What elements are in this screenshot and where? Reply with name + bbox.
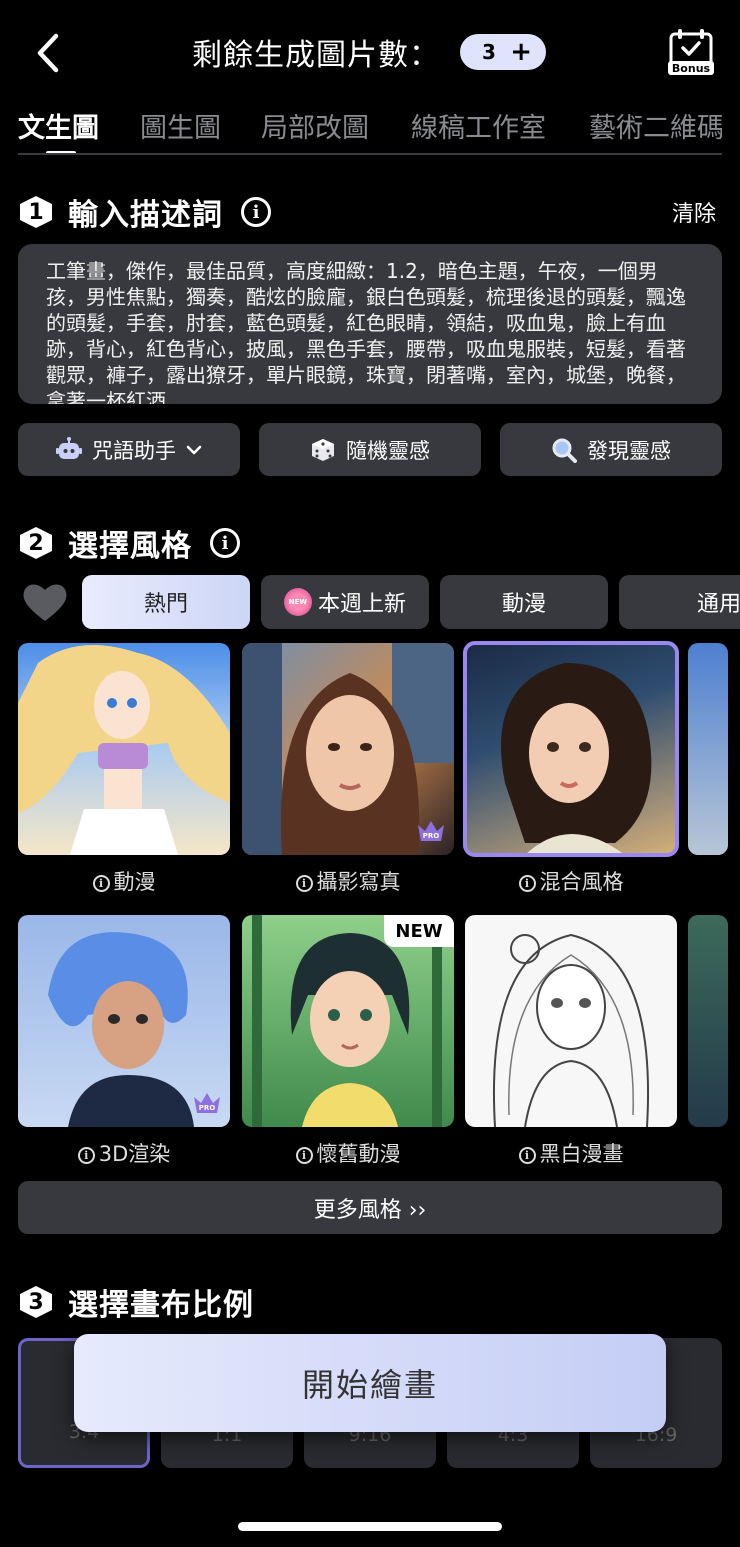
pro-crown-badge: PRO [194, 1093, 220, 1113]
chip-general[interactable]: 通用 [619, 575, 740, 629]
prompt-textarea[interactable]: 工筆畫，傑作，最佳品質，高度細緻：1.2，暗色主題，午夜，一個男孩，男性焦點，獨… [18, 244, 722, 404]
add-count-icon[interactable]: + [510, 39, 532, 65]
clear-button[interactable]: 清除 [672, 196, 716, 228]
tab-art-qrcode[interactable]: 藝術二維碼 [589, 106, 722, 145]
prompt-tools-row: 咒語助手 隨機靈感 發現靈感 [18, 423, 722, 476]
step-2-badge: 2 [20, 527, 52, 559]
style-card-retro-anime-label: i 懷舊動漫 [242, 1138, 454, 1168]
svg-text:PRO: PRO [199, 1104, 216, 1112]
spell-helper-label: 咒語助手 [92, 438, 176, 463]
tab-inpaint[interactable]: 局部改圖 [261, 106, 369, 145]
magnifier-icon [552, 438, 577, 463]
random-inspiration-label: 隨機靈感 [346, 438, 430, 463]
bw-comic-thumbnail [493, 933, 649, 1127]
random-inspiration-button[interactable]: 隨機靈感 [259, 423, 481, 476]
dice-icon [312, 438, 334, 461]
svg-text:PRO: PRO [423, 832, 440, 840]
mixed-style-thumbnail [501, 663, 652, 855]
style-category-chips: 熱門 NEW 本週上新 動漫 通用 [18, 575, 740, 629]
section-ratio-header: 3 選擇畫布比例 [20, 1280, 254, 1324]
style-card-mixed-label: i 混合風格 [465, 866, 677, 896]
bonus-label: Bonus [672, 62, 711, 75]
bottom-fade [0, 1470, 740, 1547]
mode-tabs: 文生圖 圖生圖 局部改圖 線稿工作室 藝術二維碼 [18, 100, 722, 155]
section-prompt-header: 1 輸入描述詞 i [20, 190, 271, 234]
step-1-badge: 1 [20, 196, 52, 228]
style-card-photo[interactable]: PRO [242, 643, 454, 855]
chip-popular-label: 熱門 [143, 592, 188, 617]
chevron-down-icon [186, 445, 202, 454]
active-tab-indicator [46, 151, 76, 153]
back-chevron-icon[interactable] [30, 28, 70, 78]
spell-helper-button[interactable]: 咒語助手 [18, 423, 240, 476]
chip-new-label: 本週上新 [317, 592, 406, 617]
style-card-partial-2[interactable] [688, 915, 728, 1127]
tab-lineart-studio[interactable]: 線稿工作室 [411, 106, 546, 145]
info-icon[interactable]: i [295, 875, 313, 892]
style-card-partial[interactable] [688, 643, 728, 855]
info-icon[interactable]: i [518, 1147, 536, 1164]
tab-image-to-image[interactable]: 圖生圖 [140, 106, 221, 145]
tab-text-to-image[interactable]: 文生圖 [18, 106, 99, 145]
info-icon[interactable]: i [295, 1147, 313, 1164]
info-icon[interactable]: i [210, 528, 240, 558]
info-icon[interactable]: i [92, 875, 110, 892]
style-card-3d-label: i 3D渲染 [18, 1138, 230, 1168]
chip-anime-label: 動漫 [501, 592, 546, 617]
style-card-anime[interactable] [18, 643, 230, 855]
new-star-icon: NEW [283, 588, 312, 616]
style-card-3d[interactable]: PRO [18, 915, 230, 1127]
chip-general-label: 通用 [696, 592, 740, 617]
section-style-header: 2 選擇風格 i [20, 521, 240, 565]
style-card-retro-anime[interactable]: NEW [242, 915, 454, 1127]
anime-girl-thumbnail [18, 645, 230, 855]
chip-new-this-week[interactable]: NEW 本週上新 [261, 575, 429, 629]
style-card-photo-label: i 攝影寫真 [242, 866, 454, 896]
section-prompt-title: 輸入描述詞 [68, 198, 223, 233]
step-3-badge: 3 [20, 1286, 52, 1318]
robot-icon [56, 436, 82, 459]
style-card-mixed[interactable] [463, 641, 679, 857]
start-drawing-button[interactable]: 開始繪畫 [74, 1334, 666, 1432]
more-styles-button[interactable]: 更多風格 ›› [18, 1181, 722, 1234]
bonus-calendar-icon[interactable]: Bonus [668, 28, 714, 76]
new-tag-badge: NEW [384, 915, 454, 947]
header-bar: 剩餘生成圖片數： 3 + Bonus [0, 0, 740, 100]
heart-icon[interactable] [22, 581, 68, 623]
info-icon[interactable]: i [241, 197, 271, 227]
info-icon[interactable]: i [77, 1147, 95, 1164]
info-icon[interactable]: i [518, 875, 536, 892]
remaining-count-value: 3 [482, 40, 496, 64]
discover-inspiration-button[interactable]: 發現靈感 [500, 423, 722, 476]
section-style-title: 選擇風格 [68, 529, 192, 564]
style-card-anime-label: i 動漫 [18, 866, 230, 896]
chip-popular[interactable]: 熱門 [82, 575, 250, 629]
count-pill[interactable]: 3 + [460, 34, 546, 70]
section-ratio-title: 選擇畫布比例 [68, 1288, 254, 1323]
remaining-count-area: 剩餘生成圖片數： 3 + [192, 30, 546, 74]
pro-crown-badge: PRO [418, 821, 444, 841]
chip-anime[interactable]: 動漫 [440, 575, 608, 629]
home-indicator[interactable] [238, 1522, 502, 1531]
style-card-bw-comic[interactable] [465, 915, 677, 1127]
style-card-bw-comic-label: i 黑白漫畫 [465, 1138, 677, 1168]
discover-inspiration-label: 發現靈感 [587, 438, 671, 463]
remaining-count-title: 剩餘生成圖片數： [192, 38, 440, 73]
